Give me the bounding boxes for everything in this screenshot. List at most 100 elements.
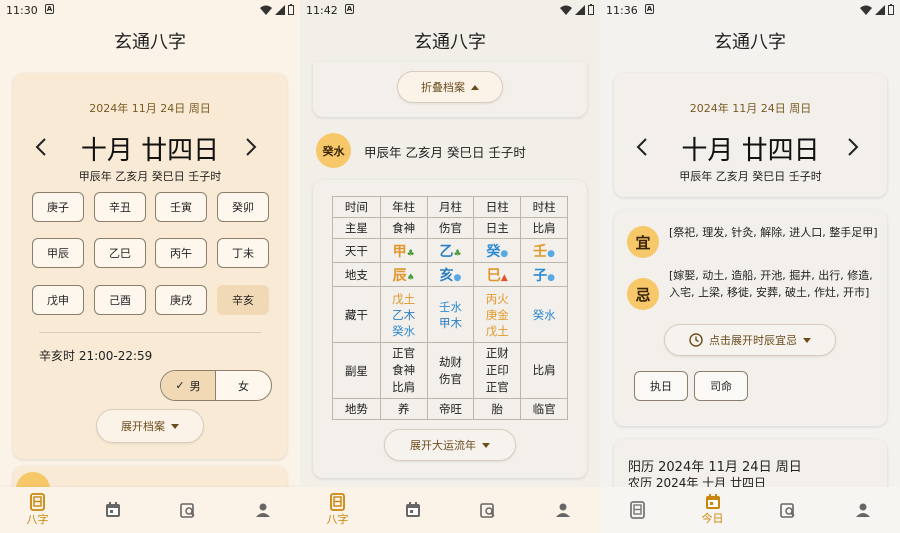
expand-hour-yi-label: 点击展开时辰宜忌 <box>709 334 797 347</box>
hour-button[interactable]: 辛丑 <box>94 192 146 222</box>
nav-calendar[interactable] <box>93 502 133 518</box>
zhi-ri-chip[interactable]: 执日 <box>634 371 688 401</box>
fuxing-item: 食神 <box>392 363 416 377</box>
nav-search[interactable] <box>468 502 508 518</box>
status-time: 11:42 <box>306 4 338 17</box>
nav-bazi-label: 八字 <box>26 513 49 526</box>
row-label: 地势 <box>332 398 381 420</box>
battery-icon <box>888 4 894 15</box>
fuxing-item: 比肩 <box>532 363 556 377</box>
canggan-item: 癸水 <box>532 307 556 322</box>
status-time: 11:30 <box>6 4 38 17</box>
nav-profile[interactable] <box>543 502 583 518</box>
nav-calendar[interactable] <box>393 502 433 518</box>
hour-button[interactable]: 壬寅 <box>155 192 207 222</box>
hour-button[interactable]: 戊申 <box>32 285 84 315</box>
fuxing-item: 劫财 <box>438 354 462 369</box>
date-card: 2024年 11月 24日 周日 十月 廿四日 甲辰年 乙亥月 癸巳日 壬子时 <box>614 73 887 197</box>
screen-bazi-input: 11:30 A 玄通八字 2024年 11月 24日 周日 十月 廿四日 甲辰年… <box>0 0 300 533</box>
nav-profile[interactable] <box>243 502 283 518</box>
si-ming-chip[interactable]: 司命 <box>694 371 748 401</box>
bazi-chart-card: 时间 年柱 月柱 日柱 时柱 主星 食神 伤官 日主 比肩 天干 甲♣ 乙♣ 癸● 壬● 地支 辰♠ 亥● 巳▲ 子●… <box>313 180 587 478</box>
drop-icon: ● <box>547 272 556 283</box>
tiangan-cell: 甲♣ <box>379 238 428 263</box>
gender-male-option[interactable]: ✓ 男 <box>161 371 217 400</box>
system-icons <box>260 4 294 15</box>
fuxing-item: 正财 <box>485 346 509 360</box>
dropdown-arrow-icon <box>803 337 811 343</box>
row-label: 副星 <box>332 342 381 399</box>
next-day-chevron-icon[interactable] <box>847 137 859 157</box>
expand-profile-button[interactable]: 展开档案 <box>96 409 204 443</box>
ganzhi-line: 甲辰年 乙亥月 癸巳日 壬子时 <box>78 170 222 183</box>
solar-date: 2024年 11月 24日 周日 <box>89 102 211 115</box>
drop-icon: ● <box>500 248 509 259</box>
bazi-book-icon <box>29 493 45 511</box>
signal-icon <box>875 4 885 15</box>
gender-male-label: 男 <box>189 379 201 393</box>
gender-female-label: 女 <box>238 379 249 393</box>
notification-a-icon: A <box>345 4 354 14</box>
main-star-cell: 食神 <box>379 217 428 239</box>
dizhi-char: 辰 <box>392 267 407 284</box>
hour-button[interactable]: 甲辰 <box>32 238 84 268</box>
dizhi-cell: 子● <box>520 262 568 287</box>
clipboard-search-icon <box>479 503 495 518</box>
yi-ji-card: 宜 [祭祀, 理发, 针灸, 解除, 进人口, 整手足甲] 忌 [嫁娶, 动土,… <box>614 210 887 426</box>
fuxing-cell: 正财 正印 正官 <box>473 342 522 399</box>
table-header-cell: 月柱 <box>426 196 475 218</box>
expand-profile-label: 展开档案 <box>121 420 165 433</box>
hour-button[interactable]: 庚戌 <box>155 285 207 315</box>
nav-bazi[interactable]: 八字 <box>318 493 358 527</box>
expand-hour-yi-button[interactable]: 点击展开时辰宜忌 <box>664 324 836 356</box>
nav-profile[interactable] <box>843 502 883 518</box>
row-label: 地支 <box>332 262 381 287</box>
hour-button[interactable]: 丁未 <box>217 238 269 268</box>
dishi-cell: 养 <box>379 398 428 420</box>
hour-button[interactable]: 庚子 <box>32 192 84 222</box>
nav-search[interactable] <box>168 502 208 518</box>
signal-icon <box>275 4 285 15</box>
clock-icon <box>689 333 703 347</box>
collapse-profile-button[interactable]: 折叠档案 <box>397 71 503 103</box>
hour-button[interactable]: 己酉 <box>94 285 146 315</box>
nav-today-label: 今日 <box>701 512 724 525</box>
app-title: 玄通八字 <box>714 32 786 53</box>
canggan-item: 癸水 <box>392 323 416 338</box>
ji-text: [嫁娶, 动土, 造船, 开池, 掘井, 出行, 修造, 入宅, 上梁, 移徙,… <box>669 269 873 299</box>
nav-bazi[interactable] <box>618 501 658 519</box>
hour-button[interactable]: 乙巳 <box>94 238 146 268</box>
bottom-nav: 八字 <box>0 487 300 533</box>
gender-female-option[interactable]: 女 <box>216 371 271 400</box>
ganzhi-line: 甲辰年 乙亥月 癸巳日 壬子时 <box>364 145 526 160</box>
calendar-icon <box>105 502 120 517</box>
wifi-icon <box>860 5 872 15</box>
canggan-cell: 戊土 乙木 癸水 <box>379 286 428 343</box>
person-icon <box>855 503 870 517</box>
table-header-cell: 时间 <box>332 196 381 218</box>
divider <box>39 332 261 333</box>
hour-button[interactable]: 辛亥 <box>217 285 269 315</box>
flame-icon: ▲ <box>500 272 508 283</box>
drop-icon: ● <box>453 272 462 283</box>
table-header-cell: 年柱 <box>379 196 428 218</box>
tiangan-char: 壬 <box>533 243 548 260</box>
nav-bazi-label: 八字 <box>326 513 349 526</box>
hour-button[interactable]: 癸卯 <box>217 192 269 222</box>
check-icon: ✓ <box>175 379 185 392</box>
hour-button[interactable]: 丙午 <box>155 238 207 268</box>
dizhi-cell: 巳▲ <box>473 262 522 287</box>
person-icon <box>255 503 270 517</box>
drop-icon: ● <box>547 248 556 259</box>
canggan-cell: 壬水 甲木 <box>426 286 475 343</box>
hour-range: 辛亥时 21:00-22:59 <box>39 349 153 363</box>
ganzhi-line: 甲辰年 乙亥月 癸巳日 壬子时 <box>679 170 822 183</box>
nav-today[interactable]: 今日 <box>693 494 733 526</box>
expand-dayun-button[interactable]: 展开大运流年 <box>384 429 516 461</box>
bottom-nav: 八字 <box>300 487 600 533</box>
next-day-chevron-icon[interactable] <box>245 137 257 157</box>
canggan-item: 戊土 <box>392 291 416 306</box>
status-time: 11:36 <box>606 4 638 17</box>
nav-search[interactable] <box>768 502 808 518</box>
nav-bazi[interactable]: 八字 <box>18 493 58 527</box>
